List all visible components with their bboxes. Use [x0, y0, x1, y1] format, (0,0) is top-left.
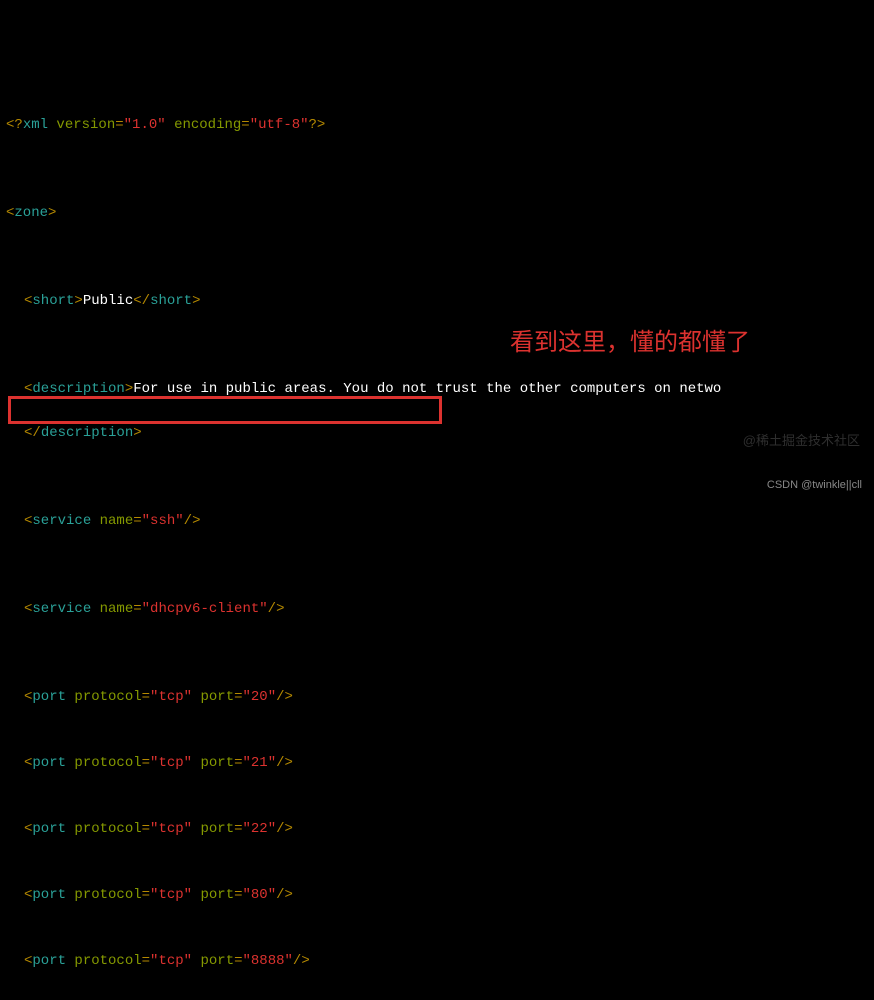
xml-declaration: <?xml version="1.0" encoding="utf-8"?> — [6, 114, 868, 136]
description-text: For use in public areas. You do not trus… — [133, 381, 721, 397]
short-text: Public — [83, 293, 133, 309]
port-line: <port protocol="tcp" port="8888"/> — [6, 950, 868, 972]
port-line: <port protocol="tcp" port="22"/> — [6, 818, 868, 840]
description-close: </description> — [6, 422, 868, 444]
service-line: <service name="ssh"/> — [6, 510, 868, 532]
port-line: <port protocol="tcp" port="20"/> — [6, 686, 868, 708]
zone-tag: zone — [14, 205, 48, 221]
service-line: <service name="dhcpv6-client"/> — [6, 598, 868, 620]
credit-text: CSDN @twinkle||cll — [767, 474, 862, 496]
zone-open: <zone> — [6, 202, 868, 224]
xml-version: 1.0 — [132, 117, 157, 133]
short-element: <short>Public</short> — [6, 290, 868, 312]
port-line: <port protocol="tcp" port="21"/> — [6, 752, 868, 774]
description-element: <description>For use in public areas. Yo… — [6, 378, 868, 400]
xml-encoding: utf-8 — [258, 117, 300, 133]
watermark-text: @稀土掘金技术社区 — [743, 430, 860, 452]
annotation-text: 看到这里，懂的都懂了 — [510, 332, 750, 354]
port-line: <port protocol="tcp" port="80"/> — [6, 884, 868, 906]
highlight-box — [8, 396, 442, 424]
